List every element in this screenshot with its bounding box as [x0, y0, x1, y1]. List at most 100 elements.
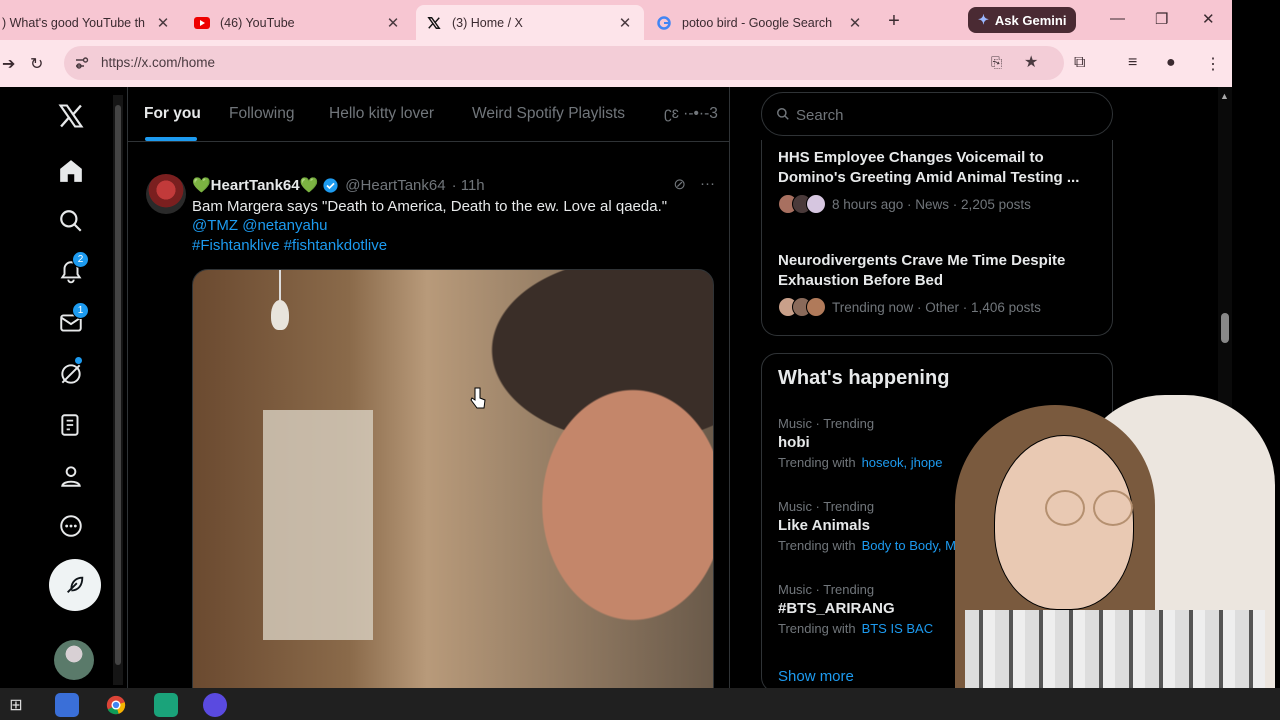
tab-hello-kitty-lover[interactable]: Hello kitty lover	[329, 105, 434, 123]
app-icon-blue[interactable]	[55, 693, 79, 717]
browser-toolbar: ➔ ↻ https://x.com/home ⎘ ★ ⧉ ≡ ● ⋮	[0, 40, 1232, 87]
verified-badge-icon	[322, 177, 339, 194]
ask-gemini-label: Ask Gemini	[994, 12, 1067, 28]
search-icon	[776, 107, 790, 126]
bookmark-star-icon[interactable]: ★	[1024, 52, 1038, 72]
tab-title: (46) YouTube	[220, 15, 295, 30]
hand-cursor-icon	[470, 387, 486, 409]
forward-icon[interactable]: ➔	[2, 54, 15, 74]
grok-explain-icon[interactable]: ⊘	[673, 175, 686, 193]
timeline-tabs: For you Following Hello kitty lover Weir…	[128, 87, 729, 142]
new-tab-button[interactable]: +	[884, 10, 904, 33]
tweet-hashtags[interactable]: #Fishtanklive #fishtankdotlive	[192, 237, 387, 254]
restore-icon[interactable]: ❐	[1155, 10, 1168, 28]
close-icon[interactable]: ✕	[384, 14, 402, 32]
os-taskbar: ⊞	[0, 688, 1280, 720]
feather-icon	[67, 576, 84, 593]
notifications-badge: 2	[72, 251, 89, 268]
youtube-icon	[194, 15, 210, 31]
author-handle[interactable]: @HeartTank64	[345, 177, 445, 194]
author-name[interactable]: 💚HeartTank64💚	[192, 176, 318, 194]
close-icon[interactable]: ✕	[154, 14, 172, 32]
x-logo-icon	[426, 15, 442, 31]
messages-badge: 1	[72, 302, 89, 319]
news-item[interactable]: Neurodivergents Crave Me Time Despite Ex…	[778, 251, 1098, 317]
notifications-bell-icon[interactable]: 2	[50, 251, 92, 293]
todays-news-panel: HHS Employee Changes Voicemail to Domino…	[761, 140, 1113, 336]
tweet-media-video[interactable]	[192, 269, 714, 688]
trend-with-label: Trending with	[778, 538, 856, 553]
tab-for-you[interactable]: For you	[144, 105, 201, 123]
browser-tab-strip: ) What's good YouTube th ✕ (46) YouTube …	[0, 0, 1232, 40]
task-view-icon[interactable]: ⊞	[4, 693, 28, 717]
news-avatars	[778, 297, 826, 317]
close-icon[interactable]: ✕	[616, 14, 634, 32]
tweet-mentions[interactable]: @TMZ @netanyahu	[192, 217, 328, 234]
profile-icon[interactable]: ●	[1166, 54, 1176, 72]
reload-icon[interactable]: ↻	[30, 54, 43, 74]
tab-overflow[interactable]: ʗɛ ·-•·-3	[664, 105, 718, 123]
tab-following[interactable]: Following	[229, 105, 294, 123]
profile-person-icon[interactable]	[50, 455, 92, 497]
account-avatar[interactable]	[54, 640, 94, 680]
explore-search-icon[interactable]	[50, 200, 92, 242]
tab-title: (3) Home / X	[452, 15, 523, 30]
site-info-icon[interactable]	[74, 55, 90, 76]
grok-dot-badge	[75, 357, 82, 364]
more-options-icon[interactable]: ···	[700, 175, 715, 193]
tweet-actions-top: ⊘ ···	[673, 175, 715, 193]
ask-gemini-button[interactable]: ✦ Ask Gemini	[968, 7, 1076, 33]
app-icon-green[interactable]	[154, 693, 178, 717]
left-scrollbar[interactable]	[113, 95, 123, 685]
app-icon-purple[interactable]	[203, 693, 227, 717]
extensions-icon[interactable]: ⧉	[1074, 54, 1085, 72]
show-more-link[interactable]: Show more	[778, 668, 854, 685]
close-window-icon[interactable]: ✕	[1202, 10, 1215, 28]
tab-title: potoo bird - Google Search	[682, 15, 833, 30]
minimize-icon[interactable]: —	[1110, 10, 1125, 27]
grok-icon[interactable]	[50, 353, 92, 395]
browser-tab-youtube[interactable]: (46) YouTube ✕	[184, 5, 412, 40]
browser-tab-google[interactable]: potoo bird - Google Search ✕	[646, 5, 874, 40]
gemini-icon: ✦	[978, 12, 989, 27]
x-left-nav: 2 1	[0, 87, 127, 688]
whats-happening-title: What's happening	[778, 367, 950, 389]
news-meta: 8 hours ago · News · 2,205 posts	[832, 196, 1031, 212]
x-logo-icon[interactable]	[50, 95, 92, 137]
tweet-header: 💚HeartTank64💚 @HeartTank64 · 11h	[192, 176, 485, 195]
news-headline: Neurodivergents Crave Me Time Despite Ex…	[778, 252, 1066, 289]
media-controls-icon[interactable]: ≡	[1128, 54, 1137, 72]
tweet[interactable]: 💚HeartTank64💚 @HeartTank64 · 11h ⊘ ··· B…	[128, 163, 729, 688]
lists-icon[interactable]	[50, 404, 92, 446]
author-avatar[interactable]	[146, 174, 186, 214]
browser-tab-youtube-video[interactable]: ) What's good YouTube th ✕	[0, 5, 182, 40]
browser-tab-x-home[interactable]: (3) Home / X ✕	[416, 5, 644, 40]
tweet-text: Bam Margera says "Death to America, Deat…	[192, 198, 668, 215]
close-icon[interactable]: ✕	[846, 14, 864, 32]
google-icon	[656, 15, 672, 31]
news-meta: Trending now · Other · 1,406 posts	[832, 299, 1041, 315]
tab-weird-spotify-playlists[interactable]: Weird Spotify Playlists	[472, 105, 625, 123]
trend-with-label: Trending with	[778, 455, 856, 470]
messages-envelope-icon[interactable]: 1	[50, 302, 92, 344]
home-icon[interactable]	[50, 150, 92, 192]
post-time[interactable]: · 11h	[452, 177, 485, 194]
news-headline: HHS Employee Changes Voicemail to Domino…	[778, 149, 1080, 186]
news-item[interactable]: HHS Employee Changes Voicemail to Domino…	[778, 148, 1098, 214]
scroll-up-icon[interactable]: ▲	[1220, 91, 1229, 101]
trend-with-label: Trending with	[778, 621, 856, 636]
chrome-icon[interactable]	[104, 693, 128, 717]
active-tab-indicator	[145, 137, 197, 141]
timeline: For you Following Hello kitty lover Weir…	[127, 87, 730, 688]
search-box[interactable]: Search	[761, 92, 1113, 136]
url-text: https://x.com/home	[101, 55, 216, 70]
compose-post-button[interactable]	[49, 559, 101, 611]
menu-icon[interactable]: ⋮	[1205, 54, 1221, 74]
news-avatars	[778, 194, 826, 214]
tab-title: ) What's good YouTube th	[2, 15, 145, 30]
search-placeholder: Search	[796, 107, 844, 124]
more-circle-icon[interactable]	[50, 505, 92, 547]
address-bar[interactable]: https://x.com/home ⎘ ★	[64, 46, 1064, 80]
install-icon[interactable]: ⎘	[991, 54, 1002, 71]
webcam-overlay	[845, 395, 1280, 720]
